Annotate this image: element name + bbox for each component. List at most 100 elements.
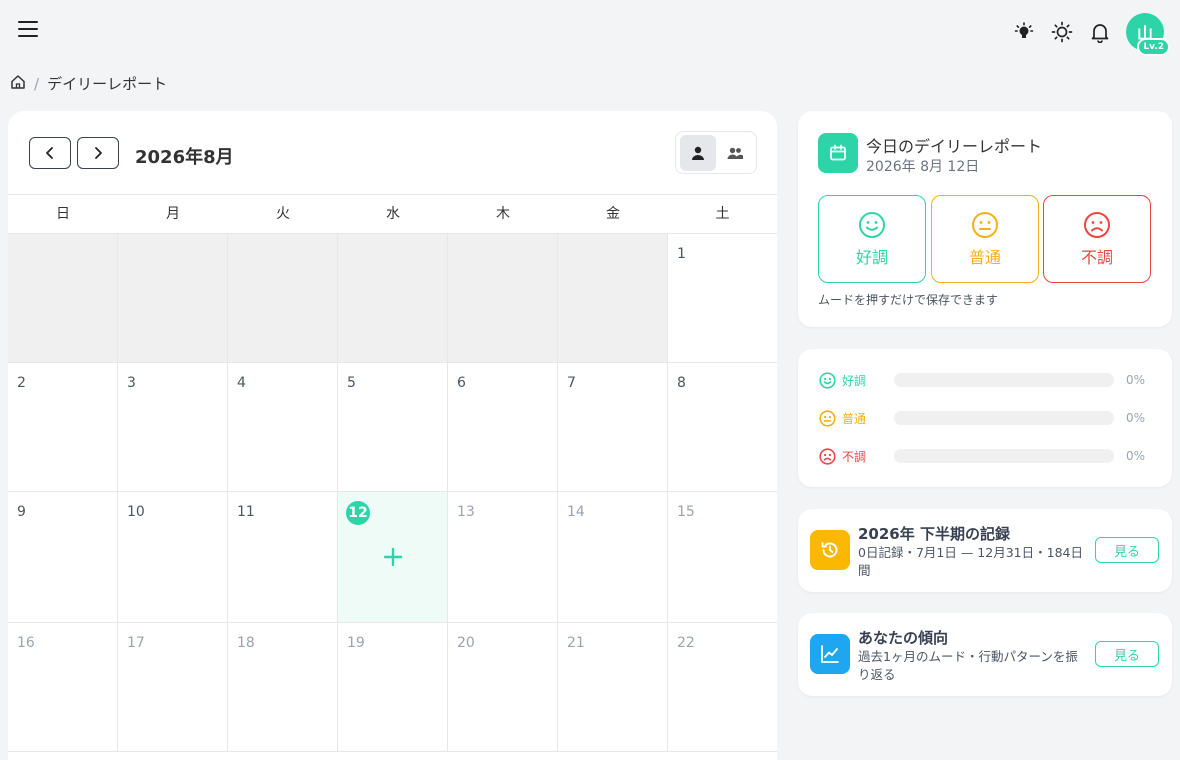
bell-icon[interactable] <box>1088 20 1112 44</box>
prev-month-button[interactable] <box>29 137 71 169</box>
day-cell[interactable]: 10 <box>118 492 228 622</box>
day-cell[interactable]: 19 <box>338 623 448 751</box>
day-cell[interactable]: 8 <box>668 363 777 491</box>
day-cell[interactable]: 6 <box>448 363 558 491</box>
day-cell-today[interactable]: 12 <box>338 492 448 622</box>
day-number: 11 <box>237 504 255 520</box>
day-cell[interactable]: 11 <box>228 492 338 622</box>
sad-face-icon <box>819 447 836 465</box>
day-number: 5 <box>347 375 356 391</box>
lightbulb-icon[interactable] <box>1012 20 1036 44</box>
day-cell[interactable]: 22 <box>668 623 777 751</box>
report-title: 今日のデイリーレポート <box>866 137 1043 156</box>
daily-report-card: 今日のデイリーレポート 2026年 8月 12日 好調 普通 不調 ムードを押す… <box>798 111 1172 327</box>
day-cell[interactable]: 17 <box>118 623 228 751</box>
day-number: 13 <box>457 504 475 520</box>
sad-face-icon <box>1084 211 1110 238</box>
personal-view-button[interactable] <box>679 134 716 171</box>
day-number: 18 <box>237 635 255 651</box>
weekday-fri: 金 <box>606 206 620 222</box>
today-number: 12 <box>346 501 370 525</box>
day-number: 16 <box>17 635 35 651</box>
day-number: 1 <box>677 246 686 262</box>
day-cell[interactable]: 18 <box>228 623 338 751</box>
day-cell[interactable]: 13 <box>448 492 558 622</box>
day-number: 2 <box>17 375 26 391</box>
day-cell-empty <box>118 234 228 362</box>
day-cell[interactable]: 4 <box>228 363 338 491</box>
mood-good-button[interactable]: 好調 <box>818 195 926 283</box>
stat-row-bad: 不調 0% <box>819 446 1159 466</box>
top-bar: 山 Lv.2 <box>0 0 1180 62</box>
mood-neutral-button[interactable]: 普通 <box>931 195 1039 283</box>
stat-row-neutral: 普通 0% <box>819 408 1159 428</box>
day-cell[interactable]: 20 <box>448 623 558 751</box>
view-toggle <box>675 131 757 174</box>
trend-card: あなたの傾向 過去1ヶ月のムード・行動パターンを振り返る 見る <box>798 613 1172 696</box>
day-number: 20 <box>457 635 475 651</box>
stat-percent: 0% <box>1126 449 1146 463</box>
level-badge: Lv.2 <box>1137 38 1170 56</box>
day-cell-empty <box>558 234 668 362</box>
weekday-wed: 水 <box>386 206 400 222</box>
mood-bad-label: 不調 <box>1080 247 1113 267</box>
week-row: 9 10 11 12 13 14 15 <box>8 492 777 623</box>
day-cell[interactable]: 16 <box>8 623 118 751</box>
stat-label: 不調 <box>842 449 867 464</box>
day-number: 17 <box>127 635 145 651</box>
day-cell[interactable]: 7 <box>558 363 668 491</box>
record-desc: 0日記録・7月1日 — 12月31日・184日間 <box>858 545 1083 578</box>
mood-good-label: 好調 <box>855 247 888 267</box>
view-record-button[interactable]: 見る <box>1095 537 1159 563</box>
mood-neutral-label: 普通 <box>968 247 1001 267</box>
breadcrumb-separator: / <box>34 74 40 93</box>
group-view-button[interactable] <box>717 135 753 171</box>
weekday-mon: 月 <box>166 206 180 222</box>
day-number: 3 <box>127 375 136 391</box>
mood-bad-button[interactable]: 不調 <box>1043 195 1151 283</box>
trend-title: あなたの傾向 <box>858 629 949 647</box>
stat-row-good: 好調 0% <box>819 370 1159 390</box>
day-cell[interactable]: 15 <box>668 492 777 622</box>
day-cell[interactable]: 14 <box>558 492 668 622</box>
month-title: 2026年8月 <box>135 147 234 168</box>
people-icon <box>727 147 743 159</box>
day-number: 14 <box>567 504 585 520</box>
trend-chart-icon <box>810 634 850 674</box>
mood-stats-card: 好調 0% 普通 0% 不調 0% <box>798 349 1172 487</box>
day-cell[interactable]: 9 <box>8 492 118 622</box>
person-icon <box>691 146 704 160</box>
stat-bar <box>894 449 1114 463</box>
day-cell[interactable]: 2 <box>8 363 118 491</box>
mood-hint: ムードを押すだけで保存できます <box>818 293 999 307</box>
breadcrumb-current: デイリーレポート <box>47 75 168 93</box>
breadcrumb: / デイリーレポート <box>10 73 167 94</box>
stat-percent: 0% <box>1126 373 1146 387</box>
calendar-grid: 1 2 3 4 5 6 7 8 9 10 11 12 13 14 15 16 1… <box>8 234 777 752</box>
day-cell[interactable]: 21 <box>558 623 668 751</box>
avatar[interactable]: 山 Lv.2 <box>1126 13 1170 56</box>
day-number: 4 <box>237 375 246 391</box>
day-cell[interactable]: 5 <box>338 363 448 491</box>
stat-bar <box>894 373 1114 387</box>
plus-icon[interactable] <box>381 545 405 569</box>
day-cell[interactable]: 3 <box>118 363 228 491</box>
day-number: 8 <box>677 375 686 391</box>
home-icon[interactable] <box>10 74 26 94</box>
history-icon <box>810 530 850 570</box>
day-cell[interactable]: 1 <box>668 234 777 362</box>
trend-desc: 過去1ヶ月のムード・行動パターンを振り返る <box>858 649 1078 682</box>
weekday-sun: 日 <box>56 206 70 222</box>
day-number: 6 <box>457 375 466 391</box>
day-number: 9 <box>17 504 26 520</box>
view-trend-button[interactable]: 見る <box>1095 641 1159 667</box>
stat-bar <box>894 411 1114 425</box>
day-number: 7 <box>567 375 576 391</box>
report-date: 2026年 8月 12日 <box>866 159 980 175</box>
next-month-button[interactable] <box>77 137 119 169</box>
sun-icon[interactable] <box>1050 20 1074 44</box>
week-row: 16 17 18 19 20 21 22 <box>8 623 777 752</box>
calendar-header: 2026年8月 <box>8 111 777 194</box>
menu-icon[interactable] <box>18 21 38 39</box>
day-number: 21 <box>567 635 585 651</box>
